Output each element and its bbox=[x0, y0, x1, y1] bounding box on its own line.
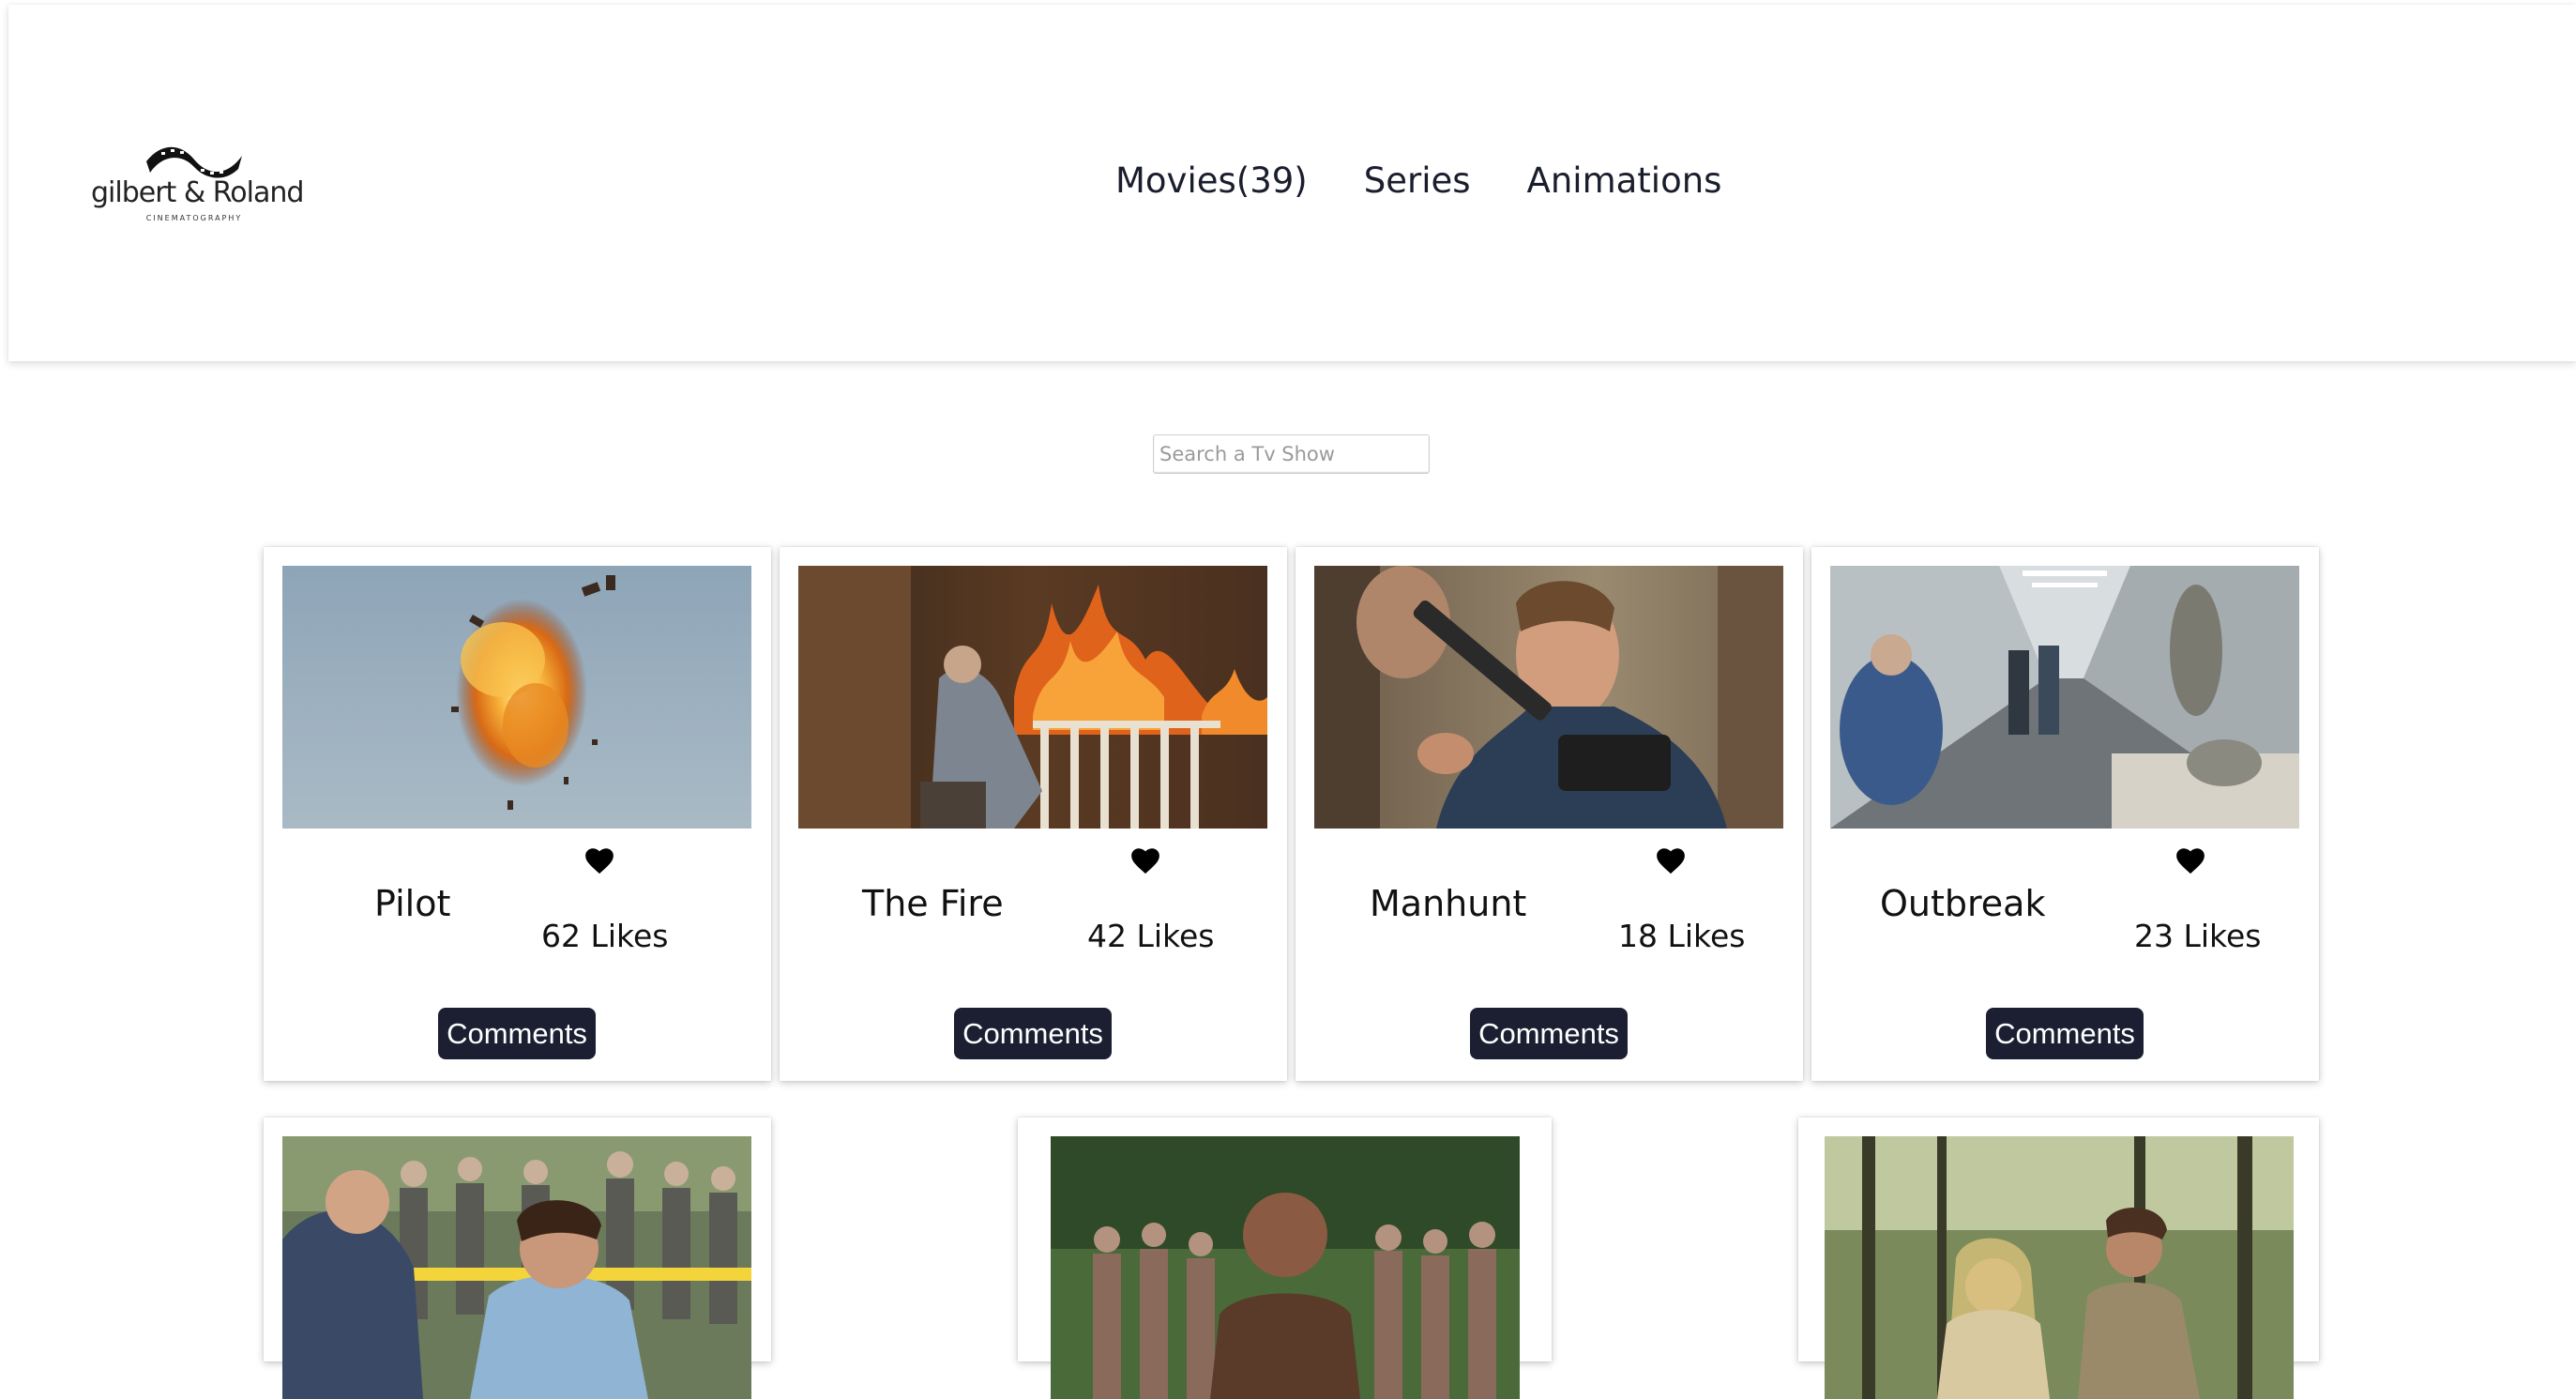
show-title: Manhunt bbox=[1370, 883, 1527, 924]
search-input[interactable] bbox=[1153, 434, 1430, 474]
show-thumbnail[interactable] bbox=[1051, 1136, 1520, 1399]
heart-icon[interactable] bbox=[1129, 845, 1161, 875]
heart-icon[interactable] bbox=[1655, 845, 1687, 875]
nav-series[interactable]: Series bbox=[1364, 160, 1471, 201]
comments-button[interactable]: Comments bbox=[1986, 1008, 2144, 1059]
show-title: Pilot bbox=[374, 883, 451, 924]
heart-icon[interactable] bbox=[583, 845, 615, 875]
likes-count: 42 Likes bbox=[1087, 918, 1215, 954]
likes-count: 62 Likes bbox=[541, 918, 669, 954]
logo-wordmark: gilbert & Roland bbox=[91, 176, 304, 209]
show-card: Outbreak 23 Likes Comments bbox=[1811, 547, 2319, 1081]
show-card: Manhunt 18 Likes Comments bbox=[1296, 547, 1803, 1081]
show-card: The Fire 42 Likes Comments bbox=[780, 547, 1287, 1081]
show-thumbnail[interactable] bbox=[1314, 566, 1783, 829]
logo-subtitle: CINEMATOGRAPHY bbox=[145, 214, 243, 222]
comments-button[interactable]: Comments bbox=[438, 1008, 596, 1059]
show-thumbnail[interactable] bbox=[1830, 566, 2299, 829]
logo[interactable]: gilbert & Roland CINEMATOGRAPHY bbox=[91, 141, 304, 235]
likes-count: 18 Likes bbox=[1618, 918, 1746, 954]
nav-animations[interactable]: Animations bbox=[1527, 160, 1722, 201]
show-card bbox=[264, 1118, 771, 1399]
comments-button[interactable]: Comments bbox=[954, 1008, 1112, 1059]
main-nav: Movies(39) Series Animations bbox=[1115, 160, 1721, 201]
site-header: gilbert & Roland CINEMATOGRAPHY Movies(3… bbox=[8, 5, 2576, 361]
show-thumbnail[interactable] bbox=[1825, 1136, 2294, 1399]
nav-movies[interactable]: Movies(39) bbox=[1115, 160, 1308, 201]
show-card bbox=[1798, 1118, 2319, 1399]
likes-count: 23 Likes bbox=[2134, 918, 2262, 954]
show-card: Pilot 62 Likes Comments bbox=[264, 547, 771, 1081]
show-thumbnail[interactable] bbox=[282, 1136, 751, 1399]
heart-icon[interactable] bbox=[2174, 845, 2206, 875]
show-thumbnail[interactable] bbox=[282, 566, 751, 829]
show-card bbox=[1018, 1118, 1552, 1399]
show-title: Outbreak bbox=[1880, 883, 2046, 924]
show-thumbnail[interactable] bbox=[798, 566, 1267, 829]
comments-button[interactable]: Comments bbox=[1470, 1008, 1628, 1059]
show-title: The Fire bbox=[862, 883, 1004, 924]
